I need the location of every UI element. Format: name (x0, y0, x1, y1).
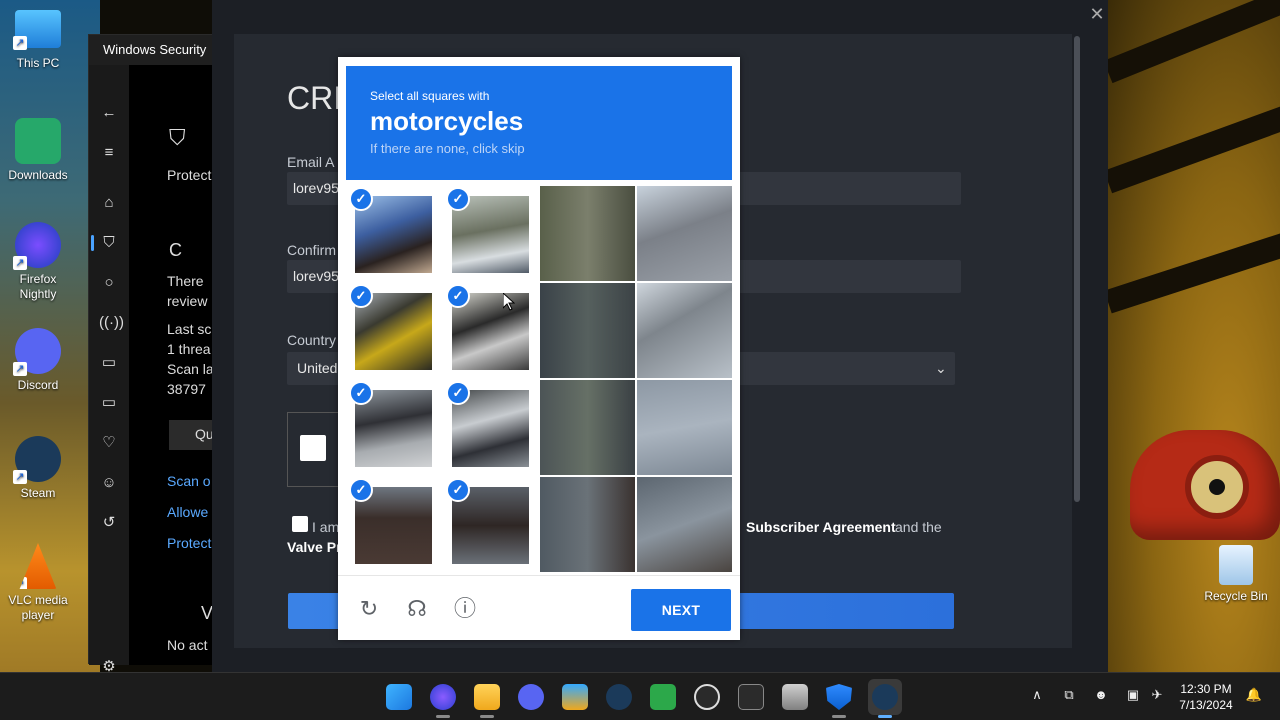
desktop-icon-recycle-bin[interactable]: Recycle Bin (1198, 545, 1274, 604)
desktop-icon-firefox-nightly[interactable]: ↗ Firefox Nightly (0, 222, 76, 302)
desktop-icon-discord[interactable]: ↗ Discord (0, 328, 76, 393)
notification-bell-icon[interactable]: 🔔 (1244, 685, 1264, 705)
steam-icon: ↗ (13, 436, 61, 484)
checkmark-icon: ✓ (349, 478, 373, 502)
checkmark-icon: ✓ (349, 284, 373, 308)
recaptcha-checkbox[interactable] (300, 435, 326, 461)
chevron-down-icon: ⌄ (935, 360, 947, 376)
discord-icon[interactable] (518, 684, 544, 710)
history-icon[interactable]: ↺ (99, 513, 119, 533)
captcha-tile-r4c4[interactable] (637, 477, 732, 572)
challenge-header: Select all squares with motorcycles If t… (346, 66, 732, 180)
checkmark-icon: ✓ (446, 478, 470, 502)
scrollbar[interactable] (1074, 36, 1080, 502)
camtasia-icon[interactable] (650, 684, 676, 710)
installer-icon[interactable] (782, 684, 808, 710)
file-explorer-icon[interactable] (474, 684, 500, 710)
firefox-nightly-icon: ↗ (13, 222, 61, 270)
back-arrow-icon[interactable]: ← (99, 103, 119, 123)
firefox-icon[interactable] (430, 684, 456, 710)
reload-icon[interactable]: ↻ (356, 596, 382, 622)
monitor-icon: ↗ (13, 10, 61, 50)
captcha-tile-r3c4[interactable] (637, 380, 732, 475)
family-icon[interactable]: ☺ (99, 473, 119, 493)
network-icon[interactable]: ✈ (1147, 685, 1167, 705)
navigation-rail: ← ≡ ⌂ ⛉ ○ ((·)) ▭ ▭ ♡ ☺ ↺ ⚙ (89, 65, 129, 675)
desktop-icon-steam[interactable]: ↗ Steam (0, 436, 76, 501)
discord-icon: ↗ (13, 328, 61, 376)
quick-scan-button[interactable]: Qu (169, 420, 213, 450)
captcha-tile-r1c3[interactable] (540, 186, 635, 281)
start-icon[interactable] (386, 684, 412, 710)
info-icon[interactable]: ⓘ (452, 596, 478, 622)
terminal-icon[interactable] (738, 684, 764, 710)
shield-icon[interactable]: ⛉ (99, 233, 119, 253)
recycle-bin-icon (1219, 545, 1253, 585)
steam-icon[interactable] (606, 684, 632, 710)
display-icon[interactable]: ▣ (1123, 685, 1143, 705)
mouse-cursor-icon (503, 293, 515, 311)
discord-tray-icon[interactable]: ☻ (1091, 685, 1111, 705)
security-content: ⛉ Protect C There review Last sc 1 threa… (129, 65, 213, 665)
checkmark-icon: ✓ (446, 187, 470, 211)
network-icon[interactable]: ((·)) (99, 313, 124, 333)
challenge-target: motorcycles (370, 106, 524, 136)
obs-icon[interactable] (694, 684, 720, 710)
captcha-tile-r2c3[interactable] (540, 283, 635, 378)
desktop-icon-this-pc[interactable]: ↗ This PC (0, 10, 76, 71)
checkmark-icon: ✓ (446, 284, 470, 308)
agree-checkbox[interactable] (292, 516, 308, 532)
clock[interactable]: 12:30 PM 7/13/2024 (1170, 681, 1242, 713)
windows-security-icon[interactable] (826, 684, 852, 710)
app-icon[interactable] (562, 684, 588, 710)
window-title: Windows Security (89, 35, 213, 65)
task-view-icon[interactable]: ⧉ (1059, 685, 1079, 705)
checkmark-icon: ✓ (349, 381, 373, 405)
challenge-footer: ↻ ☊ ⓘ NEXT (338, 575, 740, 640)
home-icon[interactable]: ⌂ (99, 193, 119, 213)
telephone-dial (1185, 455, 1249, 519)
device-security-icon[interactable]: ▭ (99, 393, 119, 413)
recaptcha-challenge: Select all squares with motorcycles If t… (338, 57, 740, 640)
chevron-up-icon[interactable]: ∧ (1027, 685, 1047, 705)
menu-icon[interactable]: ≡ (99, 143, 119, 163)
checkmark-icon: ✓ (446, 381, 470, 405)
desktop-icon-downloads[interactable]: Downloads (0, 118, 76, 183)
captcha-tile-r3c3[interactable] (540, 380, 635, 475)
vlc-icon: ↗ (19, 543, 57, 589)
desktop-icon-vlc[interactable]: ↗ VLC media player (0, 543, 76, 623)
shield-icon: ⛉ (169, 125, 186, 150)
captcha-tile-r4c3[interactable] (540, 477, 635, 572)
health-icon[interactable]: ♡ (99, 433, 119, 453)
captcha-tile-r2c4[interactable] (637, 283, 732, 378)
steam-active-icon[interactable] (872, 684, 898, 710)
subscriber-agreement-link[interactable]: Subscriber Agreement (746, 519, 896, 535)
app-browser-icon[interactable]: ▭ (99, 353, 119, 373)
windows-security-window: Windows Security ← ≡ ⌂ ⛉ ○ ((·)) ▭ ▭ ♡ ☺… (88, 34, 213, 675)
downloads-folder-icon (15, 118, 61, 164)
account-icon[interactable]: ○ (99, 273, 119, 293)
captcha-tile-r1c4[interactable] (637, 186, 732, 281)
close-icon[interactable]: ✕ (1087, 4, 1107, 24)
checkmark-icon: ✓ (349, 187, 373, 211)
audio-icon[interactable]: ☊ (404, 596, 430, 622)
page-heading: CRI (287, 80, 343, 116)
taskbar: ∧ ⧉ ☻ ▣ ✈ 12:30 PM 7/13/2024 🔔 (0, 672, 1280, 720)
next-button[interactable]: NEXT (631, 589, 731, 631)
